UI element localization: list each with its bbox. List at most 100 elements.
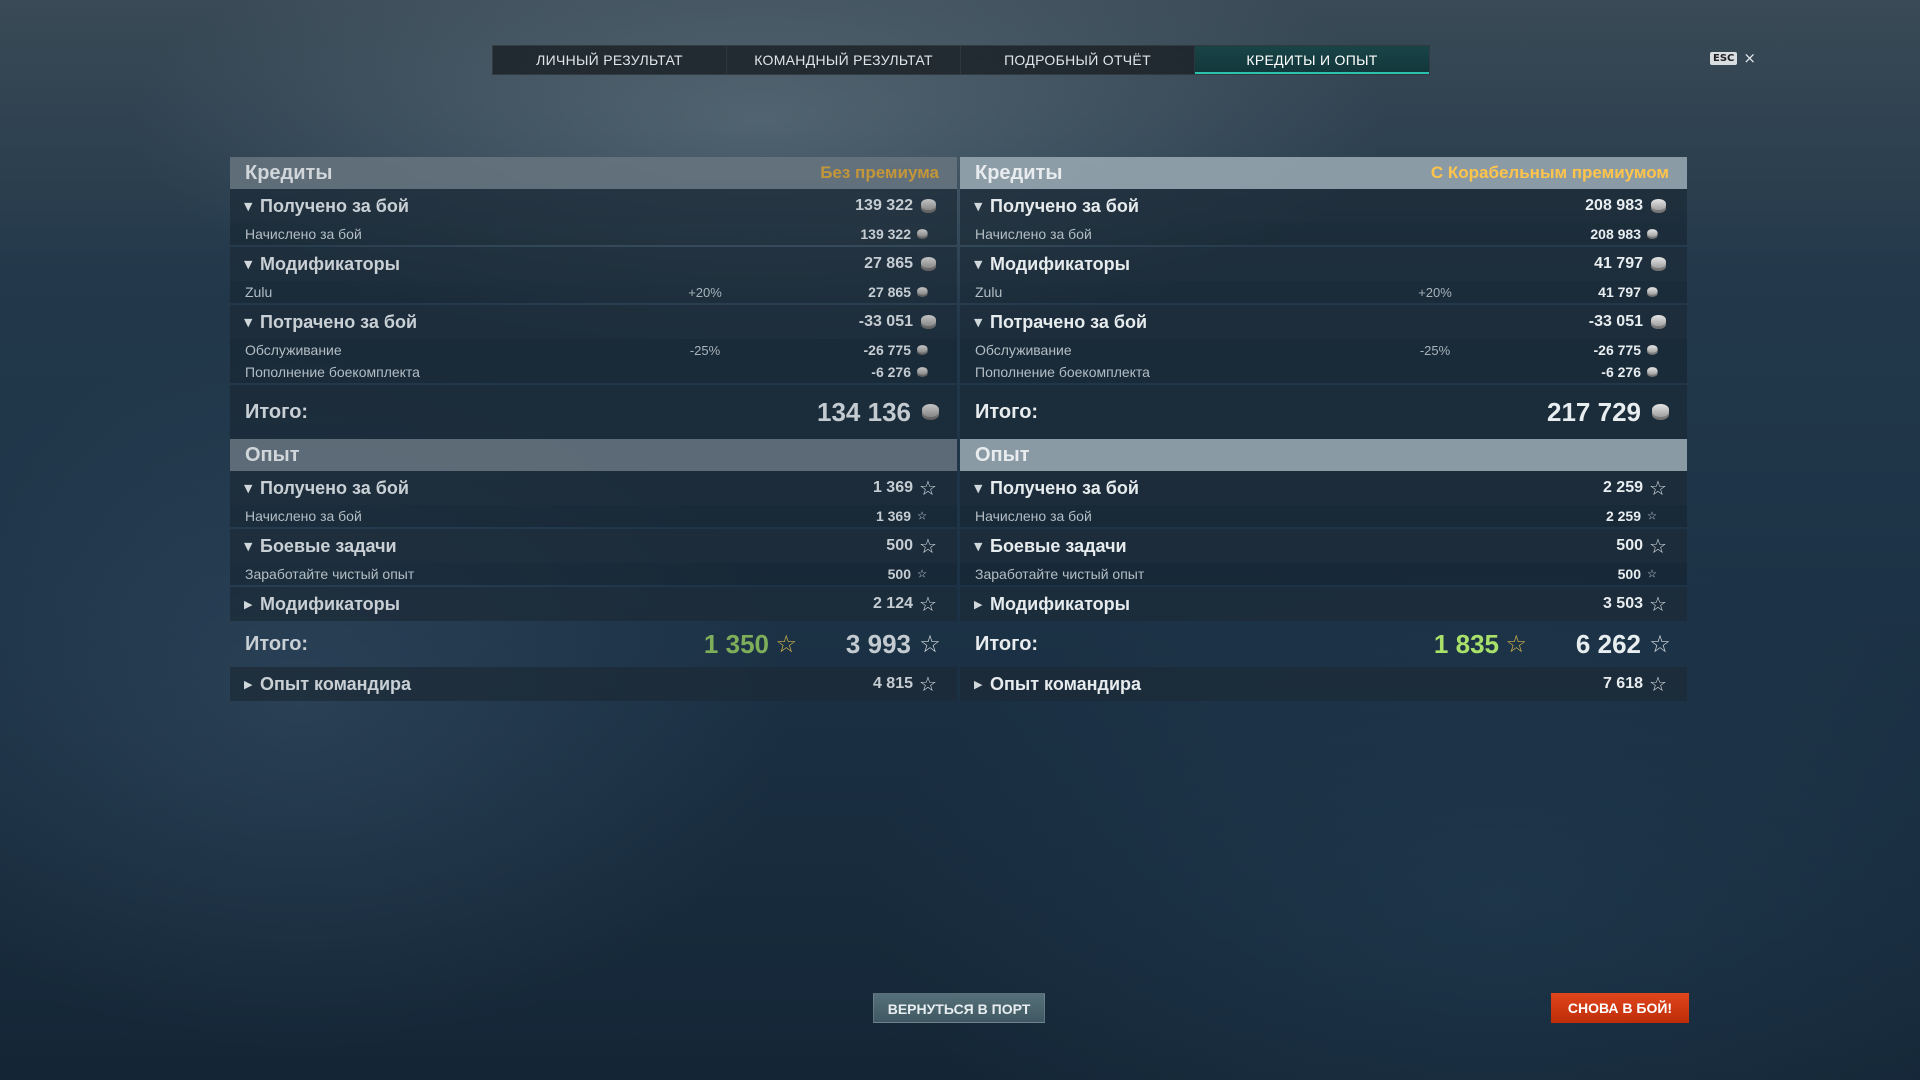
triangle-down-icon[interactable]: ▼ [244,482,260,495]
combat-tasks-section[interactable]: ▼ Боевые задачи 500 ☆ [960,529,1687,563]
row-label: Zulu [975,284,1003,300]
triangle-right-icon[interactable]: ▶ [244,598,260,611]
row-label: Начислено за бой [245,508,362,524]
section-label: Потрачено за бой [260,311,418,332]
credits-earned-section[interactable]: ▼ Получено за бой 208 983 [960,189,1687,223]
combat-task-row: Заработайте чистый опыт 500 ☆ [960,563,1687,585]
commander-exp-section[interactable]: ▶ Опыт командира 7 618 ☆ [960,667,1687,701]
section-label: Получено за бой [990,195,1139,216]
credit-coin-icon [1651,403,1669,421]
credits-modifiers-section[interactable]: ▼ Модификаторы 27 865 [230,247,957,281]
triangle-down-icon[interactable]: ▼ [974,316,990,329]
exp-total-row: Итого: 1 835 ☆ 6 262 ☆ [960,621,1687,667]
tab-team-result[interactable]: КОМАНДНЫЙ РЕЗУЛЬТАТ [727,46,961,74]
close-button[interactable]: ESC × [1710,49,1756,67]
triangle-down-icon[interactable]: ▼ [974,540,990,553]
section-label: Модификаторы [260,593,401,614]
credits-modifiers-section[interactable]: ▼ Модификаторы 41 797 [960,247,1687,281]
credits-spent-section[interactable]: ▼ Потрачено за бой -33 051 [960,305,1687,339]
section-value: 1 369 [872,479,913,496]
triangle-right-icon[interactable]: ▶ [974,598,990,611]
credits-total-value: 134 136 [817,396,911,427]
return-to-port-button[interactable]: ВЕРНУТЬСЯ В ПОРТ [873,993,1045,1023]
row-value: -26 775 [863,342,911,358]
tab-personal-result[interactable]: ЛИЧНЫЙ РЕЗУЛЬТАТ [493,46,727,74]
modifier-percent: -25% [1419,342,1451,358]
exp-total-row: Итого: 1 350 ☆ 3 993 ☆ [230,621,957,667]
star-icon: ☆ [1649,630,1671,658]
exp-earned-section[interactable]: ▼ Получено за бой 1 369 ☆ [230,471,957,505]
row-label: Заработайте чистый опыт [975,566,1145,582]
exp-modifiers-section[interactable]: ▶ Модификаторы 2 124 ☆ [230,587,957,621]
free-exp-star-icon: ☆ [1505,630,1527,658]
credits-earned-section[interactable]: ▼ Получено за бой 139 322 [230,189,957,223]
close-icon[interactable]: × [1743,49,1756,67]
row-label: Заработайте чистый опыт [245,566,415,582]
free-exp-star-icon: ☆ [775,630,797,658]
row-value: 208 983 [1590,226,1641,242]
triangle-down-icon[interactable]: ▼ [244,258,260,271]
credit-coin-icon [1646,228,1659,241]
battle-again-button[interactable]: СНОВА В БОЙ! [1551,993,1689,1023]
credits-spent-section[interactable]: ▼ Потрачено за бой -33 051 [230,305,957,339]
credits-header: Кредиты Без премиума [230,157,957,189]
exp-header: Опыт [230,439,957,471]
row-label: Обслуживание [975,342,1072,358]
section-label: Боевые задачи [990,535,1127,556]
row-label: Пополнение боекомплекта [245,364,420,380]
triangle-down-icon[interactable]: ▼ [974,258,990,271]
triangle-down-icon[interactable]: ▼ [974,482,990,495]
credit-coin-icon [916,286,929,299]
row-value: -26 775 [1593,342,1641,358]
section-label: Опыт командира [990,673,1142,694]
modifier-percent: -25% [689,342,721,358]
triangle-right-icon[interactable]: ▶ [244,678,260,691]
credit-coin-icon [1646,366,1659,379]
credit-coin-icon [919,313,937,331]
section-value: 41 797 [1594,255,1643,272]
exp-earned-row: Начислено за бой 2 259 ☆ [960,505,1687,527]
credit-coin-icon [1649,197,1667,215]
credit-coin-icon [1646,286,1659,299]
section-value: 500 [886,537,913,554]
credits-title: Кредиты [245,161,333,184]
star-icon: ☆ [1646,509,1658,523]
credit-coin-icon [919,197,937,215]
row-value: 1 369 [875,508,911,524]
triangle-down-icon[interactable]: ▼ [974,200,990,213]
triangle-down-icon[interactable]: ▼ [244,316,260,329]
star-icon: ☆ [919,476,937,500]
tab-detailed-report[interactable]: ПОДРОБНЫЙ ОТЧЁТ [961,46,1195,74]
star-icon: ☆ [1649,592,1667,616]
results-tabs: ЛИЧНЫЙ РЕЗУЛЬТАТ КОМАНДНЫЙ РЕЗУЛЬТАТ ПОД… [492,45,1430,75]
section-value: 2 259 [1602,479,1643,496]
total-label: Итого: [245,400,309,423]
exp-modifiers-section[interactable]: ▶ Модификаторы 3 503 ☆ [960,587,1687,621]
exp-title: Опыт [975,443,1030,466]
triangle-down-icon[interactable]: ▼ [244,200,260,213]
section-label: Модификаторы [260,253,401,274]
section-value: 500 [1616,537,1643,554]
star-icon: ☆ [919,592,937,616]
modifier-zulu-row: Zulu +20% 41 797 [960,281,1687,303]
exp-title: Опыт [245,443,300,466]
total-label: Итого: [245,632,309,655]
exp-earned-section[interactable]: ▼ Получено за бой 2 259 ☆ [960,471,1687,505]
row-value: 500 [887,566,911,582]
row-value: -6 276 [1601,364,1641,380]
exp-earned-row: Начислено за бой 1 369 ☆ [230,505,957,527]
panel-no-premium: Кредиты Без премиума ▼ Получено за бой 1… [230,157,957,701]
section-value: 139 322 [855,197,913,214]
commander-exp-section[interactable]: ▶ Опыт командира 4 815 ☆ [230,667,957,701]
premium-status-note: Без премиума [820,163,939,182]
section-value: 208 983 [1585,197,1643,214]
credits-total-row: Итого: 134 136 [230,385,957,439]
tab-credits-and-exp[interactable]: КРЕДИТЫ И ОПЫТ [1195,46,1429,74]
section-label: Получено за бой [260,195,409,216]
section-label: Боевые задачи [260,535,397,556]
free-exp-value: 1 350 [703,628,769,659]
triangle-right-icon[interactable]: ▶ [974,678,990,691]
star-icon: ☆ [1649,672,1667,696]
triangle-down-icon[interactable]: ▼ [244,540,260,553]
combat-tasks-section[interactable]: ▼ Боевые задачи 500 ☆ [230,529,957,563]
